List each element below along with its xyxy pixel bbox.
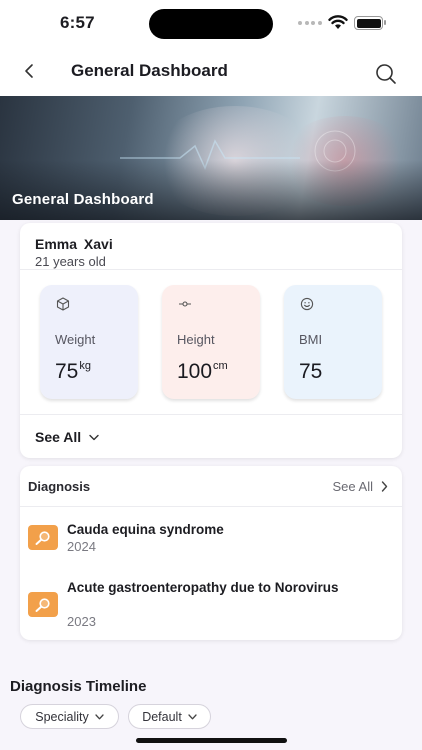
speciality-filter-dropdown[interactable]: Speciality — [20, 704, 119, 729]
diagnosis-title: Cauda equina syndrome — [67, 522, 224, 537]
divider — [20, 269, 402, 270]
chevron-down-icon — [188, 713, 197, 719]
page-title: General Dashboard — [71, 61, 228, 80]
metric-value: 75kg — [55, 360, 91, 383]
metric-value: 100cm — [177, 360, 228, 383]
divider — [20, 414, 402, 415]
filter-label: Default — [142, 709, 182, 724]
diagnosis-item[interactable]: Cauda equina syndrome 2024 — [28, 520, 388, 560]
status-time: 6:57 — [60, 13, 95, 32]
patient-age: 21 years old — [35, 254, 106, 269]
magnifier-icon — [28, 525, 58, 550]
patient-name: Emma Xavi — [35, 236, 113, 252]
patient-profile-card: Emma Xavi 21 years old Weight 75kg Heigh… — [20, 223, 402, 458]
smiley-icon — [300, 297, 314, 311]
back-button[interactable] — [18, 60, 40, 82]
divider — [20, 506, 402, 507]
metric-bmi[interactable]: BMI 75 — [284, 285, 382, 399]
see-all-label: See All — [35, 429, 82, 445]
see-all-label: See All — [332, 479, 373, 494]
see-all-vitals-button[interactable]: See All — [35, 429, 99, 445]
status-bar: 6:57 — [0, 0, 422, 48]
nav-bar: General Dashboard — [0, 48, 422, 96]
metric-label: Height — [177, 332, 215, 347]
filter-label: Speciality — [35, 709, 89, 724]
metric-unit: cm — [213, 360, 228, 372]
search-button[interactable] — [374, 62, 398, 86]
cube-icon — [56, 297, 70, 311]
search-icon — [376, 64, 396, 84]
diagnosis-item[interactable]: Acute gastroenteropathy due to Norovirus… — [28, 579, 388, 634]
diagnosis-year: 2024 — [67, 539, 96, 554]
hero-title: General Dashboard — [12, 191, 154, 208]
chevron-down-icon — [95, 713, 104, 719]
home-indicator[interactable] — [136, 738, 287, 743]
dynamic-island — [149, 9, 273, 39]
chevron-right-icon — [381, 481, 388, 492]
metric-value: 75 — [299, 360, 323, 383]
wifi-icon — [328, 15, 348, 29]
magnifier-icon — [28, 592, 58, 617]
metric-height[interactable]: Height 100cm — [162, 285, 260, 399]
diagnosis-title: Acute gastroenteropathy due to Norovirus — [67, 580, 339, 595]
diagnosis-see-all-button[interactable]: See All — [333, 479, 388, 494]
diagnosis-header: Diagnosis — [28, 479, 91, 494]
battery-icon — [354, 16, 383, 30]
metric-label: BMI — [299, 332, 323, 347]
diagnosis-year: 2023 — [67, 614, 96, 629]
diagnosis-timeline-title: Diagnosis Timeline — [10, 678, 147, 695]
diagnosis-card: Diagnosis See All Cauda equina syndrome … — [20, 466, 402, 640]
chevron-left-icon — [25, 64, 33, 78]
metric-label: Weight — [55, 332, 96, 347]
ruler-icon — [179, 301, 191, 307]
sort-filter-dropdown[interactable]: Default — [128, 704, 211, 729]
metric-weight[interactable]: Weight 75kg — [40, 285, 138, 399]
signal-icon — [298, 21, 322, 25]
hero-banner: General Dashboard — [0, 96, 422, 220]
metric-unit: kg — [79, 360, 91, 372]
chevron-down-icon — [89, 434, 99, 440]
